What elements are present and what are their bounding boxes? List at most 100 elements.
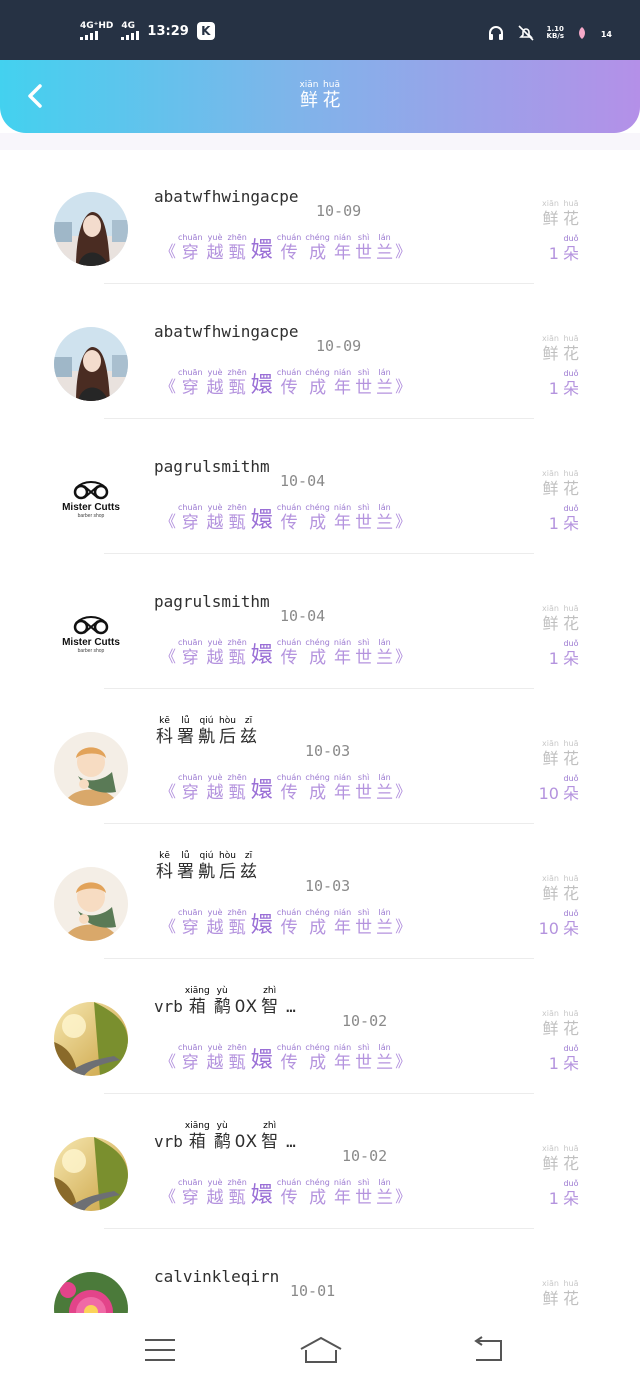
ruby-char: 嬛 (251, 509, 273, 533)
ruby-char: 嬛 (251, 644, 273, 668)
quote-close: 》 (395, 1052, 412, 1071)
quote-open: 《 (160, 377, 177, 396)
hanzi: 越 (206, 243, 224, 263)
ruby-char: huā 花 (563, 603, 579, 634)
home-icon[interactable] (298, 1335, 344, 1365)
hanzi: 鲜 (542, 479, 559, 498)
hanzi: 鲜 (542, 1289, 559, 1308)
list-item[interactable]: vrb xiāng 葙 yù 鹬 0X zhì 智… 10-02 《 chuān 穿 yuè 越 zhē… (0, 960, 640, 1095)
ruby-char: chuán 传 (277, 1042, 302, 1073)
hanzi: 兰 (376, 513, 394, 533)
ruby-char: yuè 越 (207, 367, 224, 398)
title-char: 花 (322, 90, 341, 111)
ruby-char: 嬛 (251, 914, 273, 938)
hanzi: 穿 (181, 918, 199, 938)
hanzi: 兰 (376, 918, 394, 938)
hanzi: 智 (261, 997, 279, 1017)
unit-char: duǒ 朵 (563, 1178, 579, 1209)
ruby-char: chéng 成 (305, 232, 330, 263)
pinyin: huā (563, 874, 579, 883)
count-value: 1 (548, 1054, 559, 1073)
hanzi: 花 (562, 614, 579, 633)
list-item[interactable]: Mister Cutts barber shop pagrulsmithm 10… (0, 420, 640, 555)
gift-record-list: abatwfhwingacpe 10-09 《 chuān 穿 yuè 越 zhēn 甄嬛 c… (0, 150, 640, 1365)
user-avatar[interactable]: Mister Cutts barber shop (54, 597, 128, 671)
user-avatar[interactable] (54, 867, 128, 941)
hanzi: 越 (206, 783, 224, 803)
list-item[interactable]: abatwfhwingacpe 10-09 《 chuān 穿 yuè 越 zhēn 甄嬛 c… (0, 150, 640, 285)
hanzi: 传 (280, 648, 298, 668)
hanzi: 朵 (562, 379, 579, 398)
hanzi: 嬛 (250, 913, 273, 938)
list-item[interactable]: vrb xiāng 葙 yù 鹬 0X zhì 智… 10-02 《 chuān 穿 yuè 越 zhē… (0, 1095, 640, 1230)
pinyin: lán (378, 503, 391, 512)
hanzi: 穿 (181, 243, 199, 263)
ruby-char: kē 科 (156, 851, 173, 882)
unit-char: duǒ 朵 (563, 638, 579, 669)
ruby-char: huā 花 (563, 1008, 579, 1039)
leaf-icon (579, 27, 585, 39)
pinyin: shì (357, 1043, 370, 1052)
hanzi: 鲜 (542, 1154, 559, 1173)
hanzi: 嬛 (250, 373, 273, 398)
hanzi: 越 (206, 1053, 224, 1073)
user-name-prefix: vrb (154, 997, 183, 1016)
pinyin: chuán (276, 773, 302, 782)
hanzi: 成 (309, 648, 327, 668)
gift-count: 1 duǒ 朵 (549, 638, 581, 669)
back-arrow-icon[interactable] (470, 1335, 506, 1365)
hanzi: 朵 (562, 1189, 579, 1208)
user-name-block: abatwfhwingacpe (154, 187, 299, 207)
pinyin: lán (378, 908, 391, 917)
hanzi: 兰 (376, 783, 394, 803)
pinyin: xiān (542, 199, 559, 208)
gift-date: 10-02 (342, 1147, 388, 1165)
pinyin: chéng (305, 368, 330, 377)
ruby-char: xiān 鲜 (542, 1008, 559, 1039)
ruby-char: hòu 后 (219, 716, 236, 747)
ruby-char: chéng 成 (305, 907, 330, 938)
pinyin: chuān (178, 773, 203, 782)
ruby-char: zhēn 甄 (228, 907, 247, 938)
gift-type-label: xiān 鲜 huā 花 (540, 738, 581, 769)
gift-date: 10-09 (316, 337, 362, 355)
hanzi: 穿 (181, 378, 199, 398)
user-avatar[interactable] (54, 1002, 128, 1076)
user-name-block: vrb xiāng 葙 yù 鹬 0X zhì 智… (154, 986, 296, 1017)
hanzi: 0X (234, 1132, 258, 1152)
user-avatar[interactable] (54, 327, 128, 401)
pinyin: chuān (178, 503, 203, 512)
user-name: calvinkleqirn (154, 1267, 280, 1286)
gift-count: 1 duǒ 朵 (549, 1043, 581, 1074)
hanzi: 朵 (562, 514, 579, 533)
ruby-char: 嬛 (251, 1049, 273, 1073)
hanzi: 嬛 (250, 238, 273, 263)
ruby-char: zhēn 甄 (228, 1177, 247, 1208)
user-avatar[interactable] (54, 732, 128, 806)
user-avatar[interactable]: Mister Cutts barber shop (54, 462, 128, 536)
hanzi: 年 (334, 1188, 351, 1208)
hanzi: 后 (219, 727, 236, 747)
user-avatar[interactable] (54, 192, 128, 266)
ruby-char: chuān 穿 (178, 772, 203, 803)
list-item[interactable]: kē 科 lǚ 署 qiú 鼽 hòu 后 zī 兹 10-03 《 chuān 穿 yuè 越 zhēn 甄… (0, 825, 640, 960)
hanzi: 鲜 (542, 209, 559, 228)
pinyin: yuè (207, 638, 223, 647)
ruby-char: nián 年 (334, 502, 351, 533)
hanzi: 兰 (376, 648, 394, 668)
book-title: 《 chuān 穿 yuè 越 zhēn 甄嬛 chuán 传 chéng 成 nián 年 shì 世 lá… (160, 367, 411, 398)
list-item[interactable]: abatwfhwingacpe 10-09 《 chuān 穿 yuè 越 zhēn 甄嬛 c… (0, 285, 640, 420)
pinyin: chéng (305, 1178, 330, 1187)
list-item[interactable]: Mister Cutts barber shop pagrulsmithm 10… (0, 555, 640, 690)
pinyin: xiān (542, 1144, 559, 1153)
user-avatar[interactable] (54, 1137, 128, 1211)
hanzi: 越 (206, 648, 224, 668)
row-divider (104, 418, 534, 419)
hanzi: 花 (562, 884, 579, 903)
list-item[interactable]: kē 科 lǚ 署 qiú 鼽 hòu 后 zī 兹 10-03 《 chuān 穿 yuè 越 zhēn 甄… (0, 690, 640, 825)
pinyin: lǚ (181, 716, 190, 726)
hanzi: 世 (355, 1188, 373, 1208)
hanzi: 署 (177, 862, 194, 882)
ruby-char: lǚ 署 (177, 716, 194, 747)
menu-icon[interactable] (142, 1335, 178, 1365)
